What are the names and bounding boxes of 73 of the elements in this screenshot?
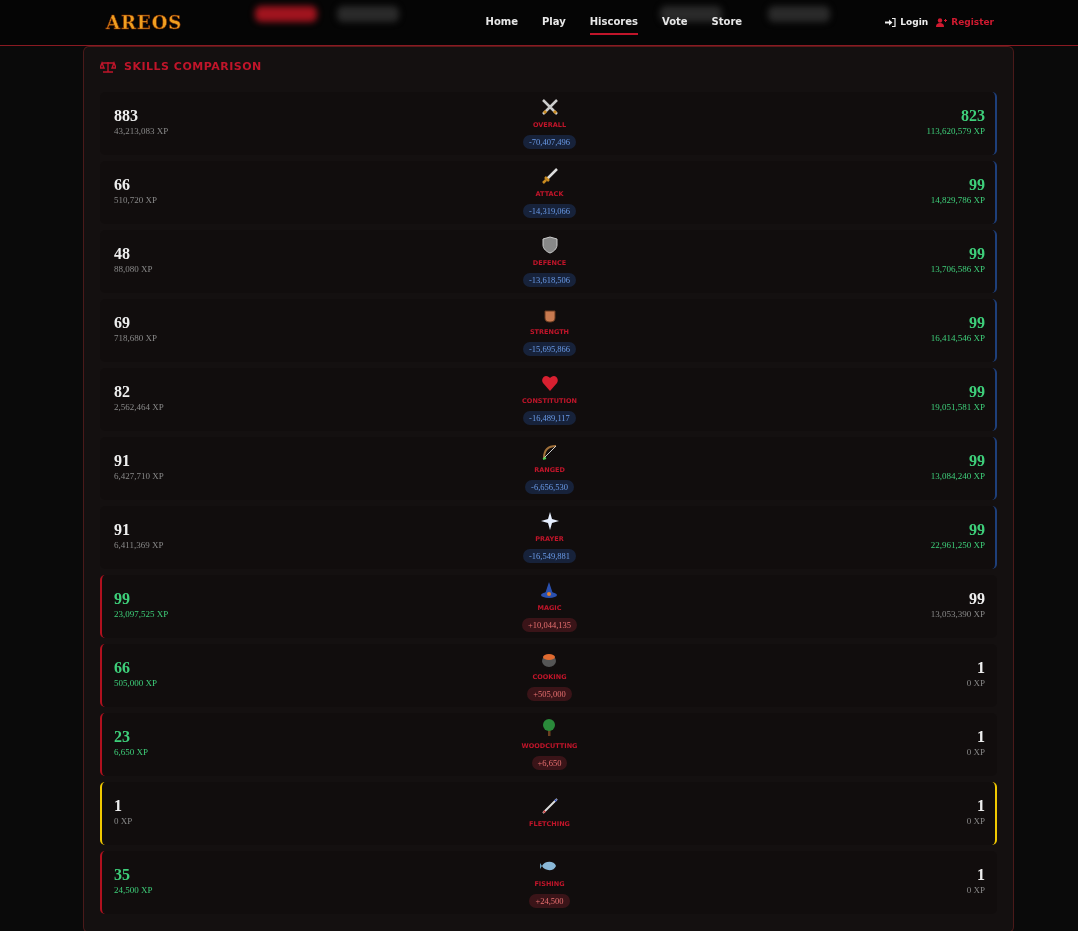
level-value: 99: [969, 176, 985, 195]
xp-value: 19,051,581 XP: [930, 401, 985, 415]
xp-value: 6,650 XP: [114, 746, 149, 760]
level-value: 1: [114, 797, 123, 816]
xp-value: 6,427,710 XP: [114, 470, 165, 484]
register-link[interactable]: Register: [936, 15, 994, 30]
level-value: 823: [961, 107, 985, 126]
level-value: 1: [977, 728, 985, 747]
xp-difference: -16,489,117: [523, 410, 576, 426]
xp-value: 13,053,390 XP: [930, 608, 985, 622]
xp-value: 0 XP: [966, 746, 985, 760]
xp-difference: +6,650: [531, 755, 568, 771]
xp-value: 23,097,525 XP: [114, 608, 170, 622]
login-link[interactable]: Login: [885, 15, 929, 30]
add-user-icon: [936, 18, 948, 27]
level-value: 99: [969, 521, 985, 540]
nav-link[interactable]: Home: [485, 10, 518, 35]
xp-difference: +505,000: [527, 686, 572, 702]
xp-value: 505,000 XP: [114, 677, 158, 691]
level-value: 883: [114, 107, 139, 126]
level-value: 66: [114, 659, 131, 678]
level-value: 99: [969, 452, 985, 471]
level-value: 35: [114, 866, 131, 885]
xp-value: 0 XP: [966, 815, 985, 829]
level-value: 23: [114, 728, 131, 747]
level-value: 1: [977, 866, 985, 885]
xp-value: 14,829,786 XP: [930, 194, 985, 208]
xp-difference: -70,407,496: [522, 134, 577, 150]
xp-value: 0 XP: [114, 815, 134, 829]
skill-icon: [539, 96, 560, 117]
level-value: 1: [977, 797, 985, 816]
xp-difference: -6,656,530: [525, 479, 574, 495]
xp-value: 24,500 XP: [114, 884, 154, 898]
level-value: 99: [969, 383, 985, 402]
xp-value: 510,720 XP: [114, 194, 158, 208]
level-value: 99: [969, 245, 985, 264]
level-value: 99: [969, 590, 985, 609]
xp-value: 2,562,464 XP: [114, 401, 165, 415]
xp-value: 88,080 XP: [114, 263, 154, 277]
login-icon: [885, 18, 897, 27]
skill-icon: [539, 234, 560, 255]
xp-value: 22,961,250 XP: [930, 539, 985, 553]
xp-value: 43,213,083 XP: [114, 125, 170, 139]
xp-value: 0 XP: [966, 677, 985, 691]
xp-difference: -16,549,881: [522, 548, 577, 564]
xp-value: 13,706,586 XP: [930, 263, 985, 277]
xp-value: 0 XP: [966, 884, 985, 898]
level-value: 99: [114, 590, 131, 609]
xp-value: 6,411,369 XP: [114, 539, 165, 553]
level-value: 82: [114, 383, 131, 402]
xp-value: 13,084,240 XP: [930, 470, 985, 484]
logo[interactable]: AREOS: [106, 9, 183, 36]
xp-difference: +24,500: [529, 893, 570, 909]
xp-difference: +10,044,135: [521, 617, 577, 633]
xp-value: 16,414,546 XP: [930, 332, 985, 346]
level-value: 99: [969, 314, 985, 333]
xp-value: 113,620,579 XP: [926, 125, 985, 139]
level-value: 1: [977, 659, 985, 678]
section-title: SKILLS COMPARISON: [124, 59, 262, 75]
nav-link[interactable]: Vote: [661, 10, 688, 35]
nav-link[interactable]: Store: [711, 10, 743, 35]
xp-difference: -14,319,066: [522, 203, 577, 219]
xp-difference: -15,695,866: [522, 341, 577, 357]
level-value: 66: [114, 176, 131, 195]
xp-difference: -13,618,506: [522, 272, 577, 288]
level-value: 91: [114, 521, 131, 540]
level-value: 69: [114, 314, 131, 333]
level-value: 91: [114, 452, 131, 471]
nav-link[interactable]: Play: [542, 10, 566, 35]
scale-icon: [100, 61, 116, 74]
nav-link[interactable]: Hiscores: [589, 10, 638, 35]
level-value: 48: [114, 245, 131, 264]
xp-value: 718,680 XP: [114, 332, 158, 346]
